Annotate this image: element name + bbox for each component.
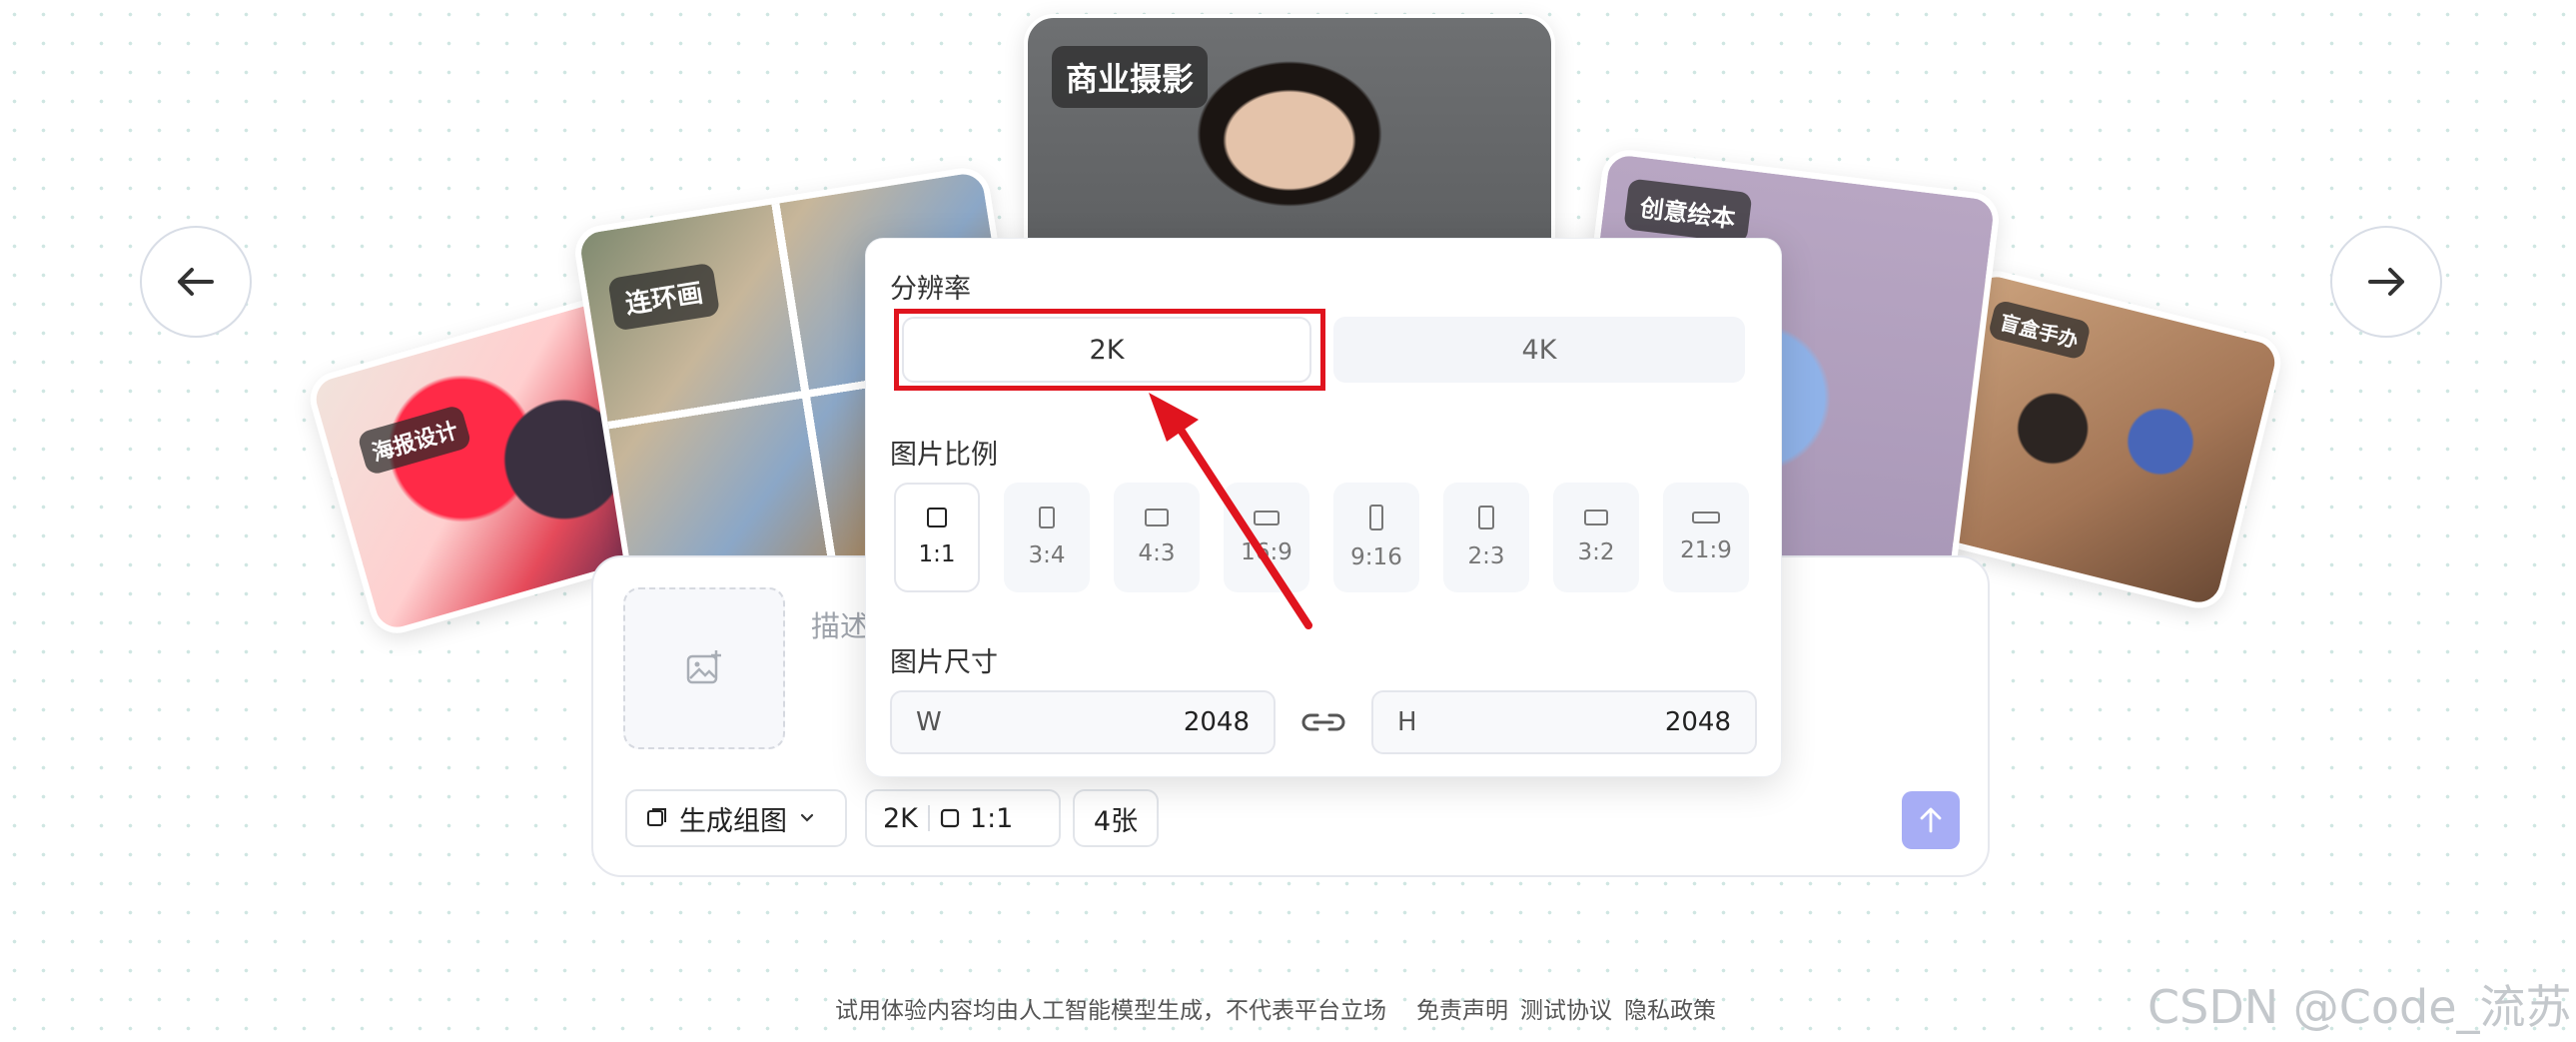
annotation-highlight-box	[894, 309, 1325, 391]
image-count-button[interactable]: 4张	[1073, 789, 1159, 847]
width-label: W	[916, 707, 942, 737]
test-agreement-link[interactable]: 测试协议	[1520, 991, 1612, 1025]
ratio-option-21-9[interactable]: 21:9	[1663, 483, 1749, 592]
prompt-input[interactable]: 描述	[811, 603, 869, 645]
arrow-right-icon	[2368, 268, 2404, 296]
add-image-icon	[686, 650, 721, 684]
ratio-option-3-4[interactable]: 3:4	[1004, 483, 1090, 592]
mode-label: 生成组图	[679, 805, 787, 837]
prev-arrow-button[interactable]	[140, 226, 252, 338]
arrow-left-icon	[178, 268, 214, 296]
card-label: 海报设计	[356, 404, 472, 477]
resolution-value: 2K	[883, 802, 918, 834]
card-label: 商业摄影	[1052, 46, 1209, 108]
ratio-option-label: 4:3	[1138, 540, 1176, 566]
card-label: 盲盒手办	[1987, 299, 2093, 361]
ratio-option-label: 3:4	[1028, 542, 1066, 568]
ratio-option-4-3[interactable]: 4:3	[1114, 483, 1200, 592]
privacy-policy-link[interactable]: 隐私政策	[1624, 991, 1716, 1025]
ratio-value: 1:1	[969, 802, 1014, 834]
resolution-title: 分辨率	[890, 274, 971, 305]
ratio-option-9-16[interactable]: 9:16	[1333, 483, 1419, 592]
square-ratio-icon	[940, 808, 959, 828]
ratio-option-3-2[interactable]: 3:2	[1553, 483, 1639, 592]
resolution-ratio-button[interactable]: 2K 1:1	[865, 789, 1061, 847]
landscape-ratio-icon	[1145, 509, 1169, 526]
arrow-up-icon	[1920, 807, 1942, 833]
chevron-down-icon	[800, 813, 814, 822]
resolution-option-4k[interactable]: 4K	[1333, 317, 1745, 383]
ratio-option-label: 1:1	[918, 541, 956, 567]
image-upload-button[interactable]	[623, 587, 785, 749]
watermark: CSDN @Code_流苏	[2147, 980, 2572, 1034]
count-label: 4张	[1093, 805, 1139, 837]
ratio-option-label: 3:2	[1577, 539, 1615, 565]
size-title: 图片尺寸	[890, 647, 998, 678]
portrait-ratio-icon	[1039, 507, 1055, 528]
ratio-title: 图片比例	[890, 440, 998, 471]
images-icon	[647, 808, 666, 826]
width-value: 2048	[1183, 707, 1250, 737]
card-label: 连环画	[607, 262, 721, 332]
ratio-option-label: 9:16	[1350, 544, 1402, 570]
footer: 试用体验内容均由人工智能模型生成，不代表平台立场 免责声明 测试协议 隐私政策	[835, 991, 1716, 1025]
image-settings-popover: 分辨率 2K 4K 图片比例 1:1 3:4 4:3 16:9 9:16 2:3	[865, 238, 1782, 777]
width-field[interactable]: W 2048	[890, 690, 1276, 754]
ratio-option-16-9[interactable]: 16:9	[1224, 483, 1309, 592]
height-field[interactable]: H 2048	[1371, 690, 1757, 754]
divider	[927, 805, 930, 831]
generation-mode-dropdown[interactable]: 生成组图	[625, 789, 847, 847]
landscape-ratio-icon	[1584, 510, 1608, 525]
page: 海报设计 连环画 盲盒手办 创意绘本 商业摄影 描述 生成组图 2K 1:1 4…	[0, 0, 2576, 1042]
height-label: H	[1397, 707, 1417, 737]
card-label: 创意绘本	[1623, 178, 1753, 245]
link-icon[interactable]	[1297, 704, 1349, 740]
ultrawide-ratio-icon	[1692, 512, 1720, 523]
ratio-option-label: 16:9	[1241, 538, 1292, 565]
disclaimer-link[interactable]: 免责声明	[1416, 991, 1508, 1025]
ratio-option-label: 21:9	[1680, 537, 1732, 563]
ratio-option-label: 2:3	[1467, 543, 1505, 569]
height-value: 2048	[1664, 707, 1731, 737]
ratio-option-2-3[interactable]: 2:3	[1443, 483, 1529, 592]
ratio-option-1-1[interactable]: 1:1	[894, 483, 980, 592]
disclaimer-text: 试用体验内容均由人工智能模型生成，不代表平台立场	[835, 998, 1386, 1024]
next-arrow-button[interactable]	[2330, 226, 2442, 338]
wide-ratio-icon	[1254, 510, 1280, 525]
square-ratio-icon	[927, 508, 947, 527]
tall-ratio-icon	[1369, 505, 1383, 530]
portrait-ratio-icon	[1478, 506, 1494, 529]
send-button[interactable]	[1902, 791, 1960, 849]
